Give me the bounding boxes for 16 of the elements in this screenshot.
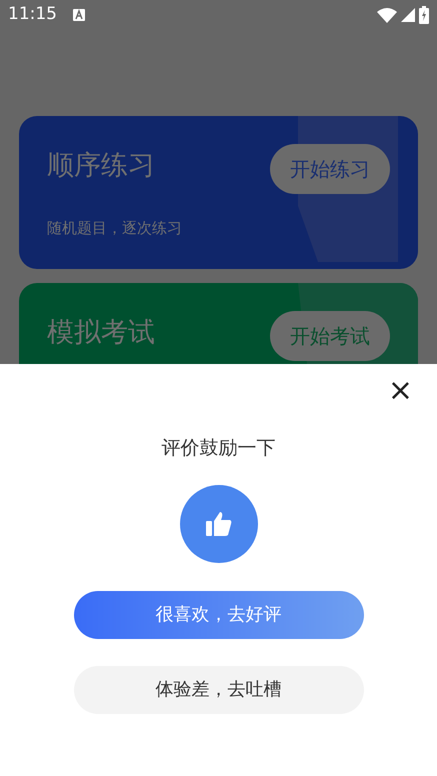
wifi-icon (377, 8, 397, 22)
battery-icon (419, 6, 429, 24)
rate-button[interactable]: 很喜欢，去好评 (74, 590, 364, 638)
status-time: 11:15 (8, 3, 57, 26)
card-subtitle: 随机题目，逐次练习 (47, 218, 183, 238)
start-button[interactable]: 开始练习 (270, 144, 390, 194)
notification-icon (73, 9, 85, 21)
mode-card[interactable]: 顺序练习 随机题目，逐次练习 开始练习 (19, 116, 418, 269)
card-title: 模拟考试 (47, 316, 155, 350)
mode-card[interactable]: 模拟考试 开始考试 (19, 283, 418, 364)
signal-icon (401, 8, 415, 22)
start-button[interactable]: 开始考试 (270, 311, 390, 361)
sheet-title: 评价鼓励一下 (162, 436, 276, 461)
close-button[interactable]: × (382, 374, 419, 408)
card-title: 顺序练习 (47, 149, 155, 183)
feedback-button[interactable]: 体验差，去吐槽 (74, 666, 364, 714)
